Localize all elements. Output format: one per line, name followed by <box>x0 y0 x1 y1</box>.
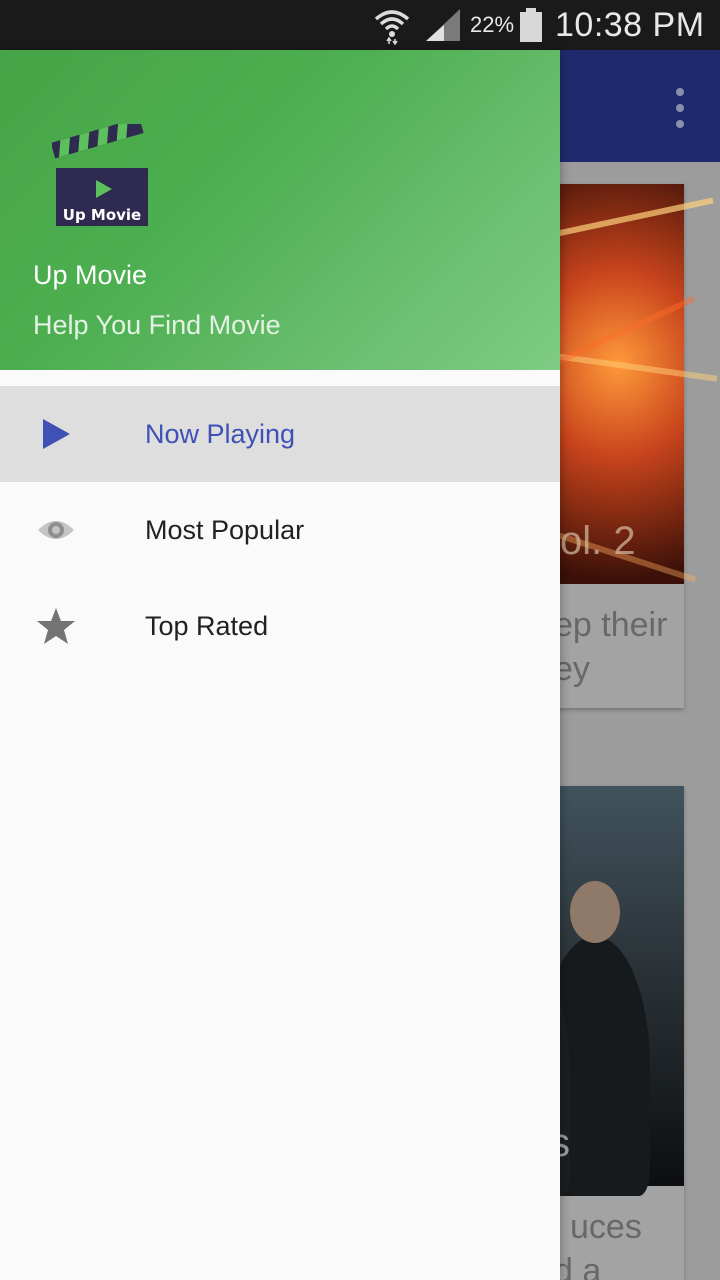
nav-label: Most Popular <box>145 514 305 545</box>
nav-item-top-rated[interactable]: Top Rated <box>0 578 560 674</box>
drawer-nav-list: Now Playing Most Popular Top Rated <box>0 386 560 674</box>
battery-percent: 22% <box>470 12 515 37</box>
clapperboard-logo-icon: Up Movie <box>50 117 152 228</box>
drawer-header: Up Movie Up Movie Help You Find Movie <box>0 50 560 370</box>
app-subtitle: Help You Find Movie <box>33 310 281 340</box>
navigation-drawer: Up Movie Up Movie Help You Find Movie No… <box>0 50 560 1280</box>
status-time: 10:38 PM <box>555 5 705 44</box>
nav-item-now-playing[interactable]: Now Playing <box>0 386 560 482</box>
logo-text: Up Movie <box>63 206 141 224</box>
eye-icon <box>36 510 76 550</box>
app-title: Up Movie <box>33 260 148 290</box>
play-icon <box>36 414 76 454</box>
nav-label: Top Rated <box>145 610 269 641</box>
nav-item-most-popular[interactable]: Most Popular <box>0 482 560 578</box>
wifi-icon <box>372 0 412 50</box>
battery-icon <box>519 0 543 50</box>
nav-label: Now Playing <box>145 418 296 449</box>
star-icon <box>36 606 76 646</box>
signal-icon <box>424 0 462 50</box>
status-bar: 22% 10:38 PM <box>0 0 720 50</box>
